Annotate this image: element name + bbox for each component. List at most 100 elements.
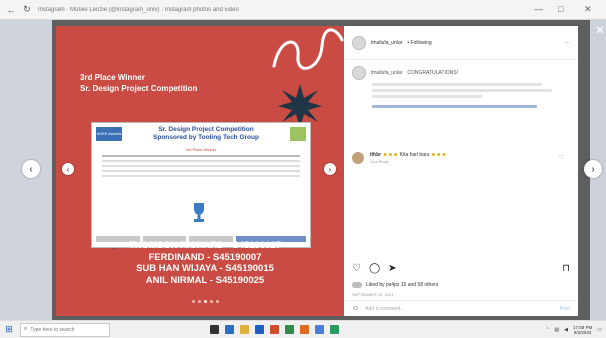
carousel-dots bbox=[192, 300, 219, 303]
search-icon: ⌕ bbox=[24, 326, 28, 332]
add-comment-bar: ☺ Add a comment... Post bbox=[344, 300, 578, 316]
post-actions: ♡ ◯ ➤ ⊓ bbox=[352, 264, 570, 274]
more-options-icon[interactable]: ··· bbox=[565, 40, 570, 46]
carousel-dot-active bbox=[204, 300, 207, 303]
refresh-button[interactable]: ↻ bbox=[22, 4, 32, 15]
comment-meta[interactable]: 21w Reply bbox=[370, 159, 447, 164]
emoji-icon: ☻☻☻ bbox=[382, 152, 399, 158]
edge-icon[interactable] bbox=[225, 325, 234, 334]
certificate: ASEE Awards Sr. Design Project Competiti… bbox=[91, 122, 311, 248]
chevron-up-icon[interactable]: ⌃ bbox=[545, 327, 549, 333]
carousel-dot bbox=[216, 300, 219, 303]
caption-text-line bbox=[372, 83, 542, 86]
certificate-text-line bbox=[102, 175, 300, 177]
excel-icon[interactable] bbox=[285, 325, 294, 334]
certificate-title: Sr. Design Project Competition Sponsored… bbox=[126, 126, 286, 142]
emoji-picker-icon[interactable]: ☺ bbox=[352, 305, 359, 312]
chrome-icon[interactable] bbox=[315, 325, 324, 334]
volume-icon[interactable]: ◀ bbox=[564, 327, 568, 333]
chevron-left-icon: ‹ bbox=[66, 164, 70, 174]
windows-start-icon[interactable]: ⊞ bbox=[0, 324, 18, 335]
windows-taskbar: ⊞ ⌕ Type here to search ⌃ ▤ ◀ 17:58 PM 9… bbox=[0, 320, 606, 338]
share-icon[interactable]: ➤ bbox=[388, 264, 396, 274]
comment-username[interactable]: ithbr bbox=[370, 152, 381, 158]
avatar[interactable] bbox=[352, 152, 364, 164]
chevron-right-icon: › bbox=[591, 163, 595, 175]
taskbar-pinned-apps bbox=[210, 325, 339, 334]
comment-input[interactable]: Add a comment... bbox=[365, 306, 404, 312]
clock-date: 9/2/2022 bbox=[573, 329, 592, 335]
award-line-1: 3rd Place Winner bbox=[80, 73, 145, 82]
modal-close-icon[interactable]: ✕ bbox=[595, 24, 605, 36]
caption-username[interactable]: tmaliufa_unlar bbox=[371, 70, 402, 77]
certificate-logo: ASEE Awards bbox=[96, 127, 122, 141]
certificate-text-line bbox=[102, 160, 300, 162]
post-image: 3rd Place Winner Sr. Design Project Comp… bbox=[56, 26, 344, 316]
liker-avatars bbox=[352, 282, 362, 288]
avatar[interactable] bbox=[352, 35, 366, 50]
award-line-2: Sr. Design Project Competition bbox=[80, 84, 198, 93]
taskbar-search-box[interactable]: ⌕ Type here to search bbox=[20, 322, 110, 337]
network-icon[interactable]: ▤ bbox=[554, 327, 559, 333]
carousel-next-button[interactable]: › bbox=[324, 163, 336, 175]
whatsapp-icon[interactable] bbox=[330, 325, 339, 334]
certificate-header: ASEE Awards Sr. Design Project Competiti… bbox=[92, 123, 310, 145]
author-name: FERDINAND - S45190007 bbox=[148, 251, 262, 263]
file-explorer-icon[interactable] bbox=[240, 325, 249, 334]
author-name: SUB HAN WIJAYA - S45190015 bbox=[136, 263, 274, 274]
task-view-icon[interactable] bbox=[210, 325, 219, 334]
maximize-button[interactable]: □ bbox=[558, 4, 563, 14]
certificate-place: 3rd Place Winner bbox=[185, 147, 217, 152]
comment-item: ithbr ☻☻☻ Kita hari baru ☻☻☻ 21w Reply ♡ bbox=[352, 152, 570, 164]
caption-text-line bbox=[372, 95, 482, 98]
comment-text: Kita hari baru bbox=[399, 152, 430, 158]
window-close-button[interactable]: ✕ bbox=[584, 4, 592, 15]
comment-icon[interactable]: ◯ bbox=[369, 264, 380, 274]
powerpoint-icon[interactable] bbox=[270, 325, 279, 334]
address-bar[interactable]: Instagram · Mobile Lenzie (@instagram_un… bbox=[38, 7, 268, 13]
system-tray: ⌃ ▤ ◀ 17:58 PM 9/2/2022 ▭ bbox=[545, 325, 606, 335]
author-list: THOMSON RICHARD - S45190027 FERDINAND - … bbox=[110, 240, 300, 286]
bookmark-icon[interactable]: ⊓ bbox=[562, 264, 570, 274]
author-name: THOMSON RICHARD - S45190027 bbox=[128, 240, 282, 251]
caption-text: CONGRATULATIONS! bbox=[407, 69, 459, 76]
certificate-title-line-1: Sr. Design Project Competition bbox=[158, 126, 254, 133]
taskbar-clock[interactable]: 17:58 PM 9/2/2022 bbox=[573, 325, 592, 335]
following-button[interactable]: • Following bbox=[407, 40, 431, 46]
modal-next-button[interactable]: › bbox=[584, 160, 602, 178]
carousel-dot bbox=[198, 300, 201, 303]
squiggle-decoration bbox=[272, 28, 344, 70]
chevron-left-icon: ‹ bbox=[29, 163, 33, 175]
taskbar-search-placeholder: Type here to search bbox=[30, 326, 75, 333]
emoji-icon: ☻☻☻ bbox=[430, 152, 447, 158]
avatar[interactable] bbox=[352, 66, 366, 80]
heart-icon[interactable]: ♡ bbox=[352, 264, 361, 274]
modal-prev-button[interactable]: ‹ bbox=[22, 160, 40, 178]
certificate-text-line bbox=[102, 155, 300, 157]
chevron-right-icon: › bbox=[328, 164, 332, 174]
caption-hashtags[interactable] bbox=[372, 105, 537, 108]
likes-text[interactable]: Liked by ps4pz 15 and 58 others bbox=[366, 282, 438, 288]
likes-line: Liked by ps4pz 15 and 58 others bbox=[352, 282, 438, 288]
post-details-panel: tmaliufa_unlar • Following ··· tmaliufa_… bbox=[344, 26, 578, 316]
post-comment-button[interactable]: Post bbox=[560, 306, 570, 312]
caption-text-line bbox=[372, 89, 552, 92]
minimize-button[interactable]: — bbox=[534, 4, 543, 14]
award-heading: 3rd Place Winner Sr. Design Project Comp… bbox=[80, 72, 250, 94]
certificate-text-line bbox=[102, 165, 300, 167]
clock-time: 17:58 PM bbox=[573, 324, 593, 330]
carousel-dot bbox=[192, 300, 195, 303]
notifications-icon[interactable]: ▭ bbox=[597, 327, 602, 333]
post-username[interactable]: tmaliufa_unlar bbox=[371, 40, 402, 46]
firefox-icon[interactable] bbox=[300, 325, 309, 334]
comment-body: ithbr ☻☻☻ Kita hari baru ☻☻☻ bbox=[370, 152, 447, 159]
sponsor-logo bbox=[290, 127, 306, 141]
comment-like-icon[interactable]: ♡ bbox=[559, 154, 564, 161]
browser-toolbar: ← ↻ Instagram · Mobile Lenzie (@instagra… bbox=[0, 0, 606, 20]
word-icon[interactable] bbox=[255, 325, 264, 334]
back-button[interactable]: ← bbox=[6, 5, 16, 15]
certificate-text-line bbox=[102, 170, 300, 172]
carousel-prev-button[interactable]: ‹ bbox=[62, 163, 74, 175]
post-date: SEPTEMBER 10, 2021 bbox=[352, 292, 394, 297]
author-name: ANIL NIRMAL - S45190025 bbox=[145, 274, 265, 286]
